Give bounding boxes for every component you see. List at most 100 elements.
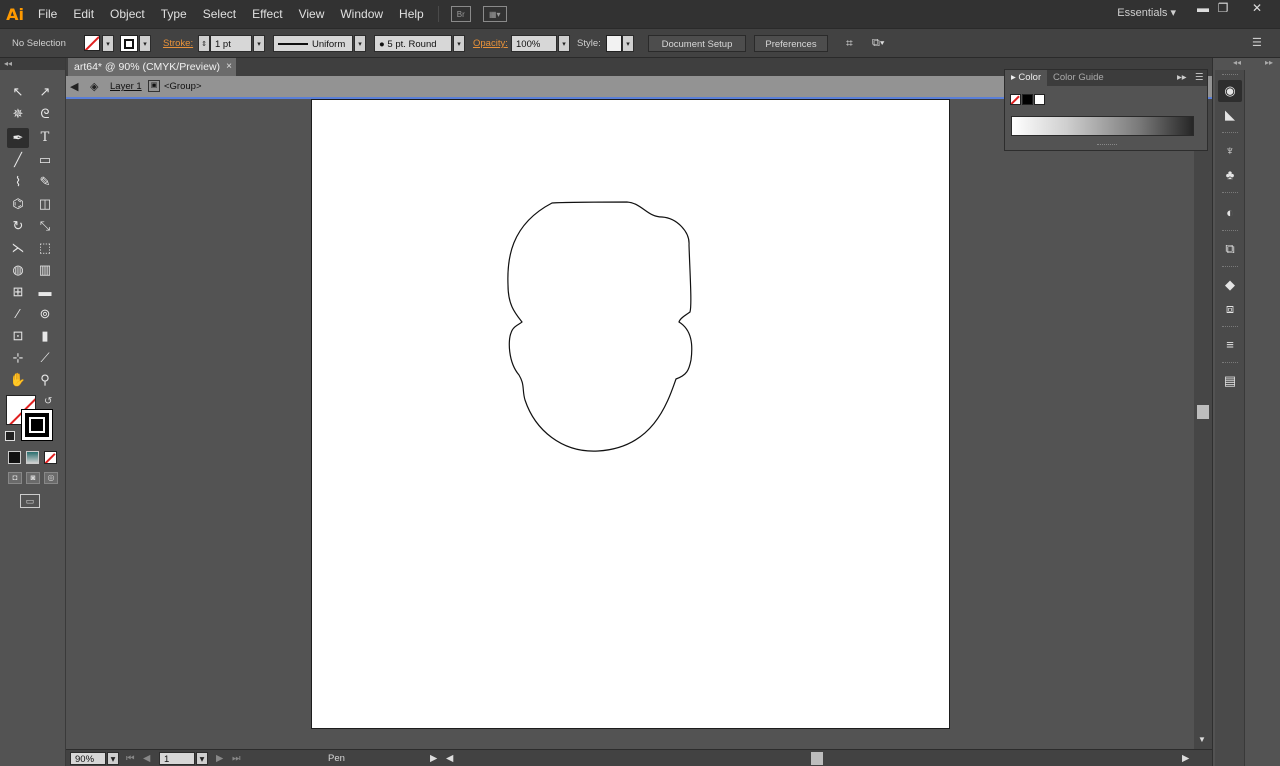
menu-effect[interactable]: Effect xyxy=(244,0,290,28)
rectangle-icon[interactable]: ▭ xyxy=(34,150,56,170)
back-arrow-icon[interactable]: ◀ xyxy=(70,80,84,94)
artboard-dropdown[interactable]: ▾ xyxy=(196,752,208,765)
column-graph-icon[interactable]: ▮ xyxy=(34,326,56,346)
pen-icon[interactable]: ✒ xyxy=(7,128,29,148)
menu-object[interactable]: Object xyxy=(102,0,153,28)
gradient-mode-icon[interactable] xyxy=(26,451,39,464)
stroke-swatch[interactable] xyxy=(120,35,138,52)
dock-expand-icon[interactable]: ▸▸ xyxy=(1265,58,1273,67)
restore-button[interactable]: ❐ xyxy=(1208,0,1238,18)
prev-artboard-icon[interactable]: ◀ xyxy=(143,752,150,765)
brush-dropdown[interactable]: ▾ xyxy=(453,35,465,52)
gradient-panel-icon[interactable]: ▤ xyxy=(1218,370,1242,392)
variable-width-profile[interactable]: Uniform xyxy=(273,35,353,52)
document-tab[interactable]: art64* @ 90% (CMYK/Preview) × xyxy=(68,58,236,76)
blob-brush-icon[interactable]: ⌬ xyxy=(7,194,29,214)
layers-panel-icon[interactable]: ◆ xyxy=(1218,274,1242,296)
breadcrumb-group[interactable]: <Group> xyxy=(164,80,202,94)
transform-panel-icon[interactable]: ⧉ xyxy=(1218,238,1242,260)
scale-icon[interactable]: ⤡ xyxy=(34,216,56,236)
zoom-dropdown[interactable]: ▾ xyxy=(107,752,119,765)
menu-window[interactable]: Window xyxy=(332,0,391,28)
perspective-grid-icon[interactable]: ▥ xyxy=(34,260,56,280)
document-setup-button[interactable]: Document Setup xyxy=(648,35,746,52)
bridge-button[interactable]: Br xyxy=(450,6,471,22)
scroll-left-icon[interactable]: ◀ xyxy=(446,752,453,765)
color-spectrum-ramp[interactable] xyxy=(1011,116,1194,136)
graphic-style-swatch[interactable] xyxy=(606,35,622,52)
shape-builder-icon[interactable]: ◍ xyxy=(7,260,29,280)
vertical-scrollbar[interactable]: ▼ xyxy=(1194,99,1212,749)
color-panel-icon[interactable]: ◉ xyxy=(1218,80,1242,102)
stroke-weight-stepper[interactable]: ⇕ xyxy=(198,35,210,52)
zoom-icon[interactable]: ⚲ xyxy=(34,370,56,390)
preferences-button[interactable]: Preferences xyxy=(754,35,828,52)
tools-panel-collapse[interactable]: ◂◂ xyxy=(0,58,65,70)
tab-color[interactable]: ▸ Color xyxy=(1005,70,1048,86)
fill-dropdown[interactable]: ▾ xyxy=(102,35,114,52)
style-dropdown[interactable]: ▾ xyxy=(622,35,634,52)
color-panel-resize-grip[interactable] xyxy=(1097,144,1117,146)
screen-mode-icon[interactable]: ▭ xyxy=(20,494,40,508)
fill-swatch[interactable] xyxy=(84,35,100,51)
close-tab-icon[interactable]: × xyxy=(226,58,232,76)
eyedropper-icon[interactable]: ⁄ xyxy=(7,304,29,324)
menu-type[interactable]: Type xyxy=(153,0,195,28)
next-artboard-icon[interactable]: ▶ xyxy=(216,752,223,765)
select-similar-icon[interactable]: ⌗ xyxy=(846,35,860,52)
close-button[interactable]: ✕ xyxy=(1242,0,1272,18)
appearance-icon[interactable]: ◐ xyxy=(1218,202,1242,224)
lasso-icon[interactable]: ᘓ xyxy=(34,104,56,124)
menu-file[interactable]: File xyxy=(30,0,65,28)
first-artboard-icon[interactable]: ⏮ xyxy=(126,752,135,765)
workspace-switcher[interactable]: Essentials ▾ xyxy=(1117,0,1176,28)
line-icon[interactable]: ╱ xyxy=(7,150,29,170)
artboard-icon[interactable]: ⊹ xyxy=(7,348,29,368)
width-icon[interactable]: ⋋ xyxy=(7,238,29,258)
transform-icon[interactable]: ⧉▾ xyxy=(872,35,896,52)
hand-icon[interactable]: ✋ xyxy=(7,370,29,390)
dock-collapse-icon[interactable]: ◂◂ xyxy=(1233,58,1241,67)
eraser-icon[interactable]: ◫ xyxy=(34,194,56,214)
symbol-sprayer-icon[interactable]: ⊡ xyxy=(7,326,29,346)
rotate-icon[interactable]: ↻ xyxy=(7,216,29,236)
pencil-icon[interactable]: ✎ xyxy=(34,172,56,192)
menu-view[interactable]: View xyxy=(291,0,333,28)
opacity-label[interactable]: Opacity: xyxy=(473,35,508,52)
mesh-icon[interactable]: ⊞ xyxy=(7,282,29,302)
type-icon[interactable]: T xyxy=(34,128,56,148)
artboards-panel-icon[interactable]: ⧈ xyxy=(1218,298,1242,320)
symbols-icon[interactable]: ♣ xyxy=(1218,164,1242,186)
canvas-area[interactable] xyxy=(66,99,1194,749)
menu-edit[interactable]: Edit xyxy=(65,0,102,28)
none-mode-icon[interactable] xyxy=(44,451,57,464)
menu-help[interactable]: Help xyxy=(391,0,432,28)
panel-menu-icon[interactable]: ☰ xyxy=(1252,35,1266,52)
blend-icon[interactable]: ⊚ xyxy=(34,304,56,324)
profile-dropdown[interactable]: ▾ xyxy=(354,35,366,52)
opacity-dropdown[interactable]: ▾ xyxy=(558,35,570,52)
brush-definition[interactable]: ● 5 pt. Round xyxy=(374,35,452,52)
scroll-down-icon[interactable]: ▼ xyxy=(1198,735,1206,744)
draw-inside-icon[interactable]: ◎ xyxy=(44,472,58,484)
draw-normal-icon[interactable]: ◘ xyxy=(8,472,22,484)
vertical-scroll-thumb[interactable] xyxy=(1197,405,1209,419)
stroke-weight-field[interactable]: 1 pt xyxy=(210,35,252,52)
stroke-label[interactable]: Stroke: xyxy=(163,35,193,52)
color-none-swatch[interactable] xyxy=(1010,94,1021,105)
arrange-documents-icon[interactable]: ▦▾ xyxy=(482,6,507,22)
zoom-field[interactable]: 90% xyxy=(70,752,106,765)
breadcrumb-layer[interactable]: Layer 1 xyxy=(110,80,142,94)
horizontal-scroll-thumb[interactable] xyxy=(811,752,823,765)
draw-behind-icon[interactable]: ◙ xyxy=(26,472,40,484)
color-mode-icon[interactable] xyxy=(8,451,21,464)
head-outline-path[interactable] xyxy=(312,100,951,730)
opacity-field[interactable]: 100% xyxy=(511,35,557,52)
stroke-swatch-dropdown[interactable]: ▾ xyxy=(139,35,151,52)
paintbrush-icon[interactable]: ⌇ xyxy=(7,172,29,192)
direct-selection-icon[interactable]: ↗ xyxy=(34,82,56,102)
scroll-right-icon[interactable]: ▶ xyxy=(1182,752,1189,765)
slice-icon[interactable]: ⟋ xyxy=(34,348,56,368)
artboard-number-field[interactable]: 1 xyxy=(159,752,195,765)
color-guide-icon[interactable]: ◣ xyxy=(1218,104,1242,126)
